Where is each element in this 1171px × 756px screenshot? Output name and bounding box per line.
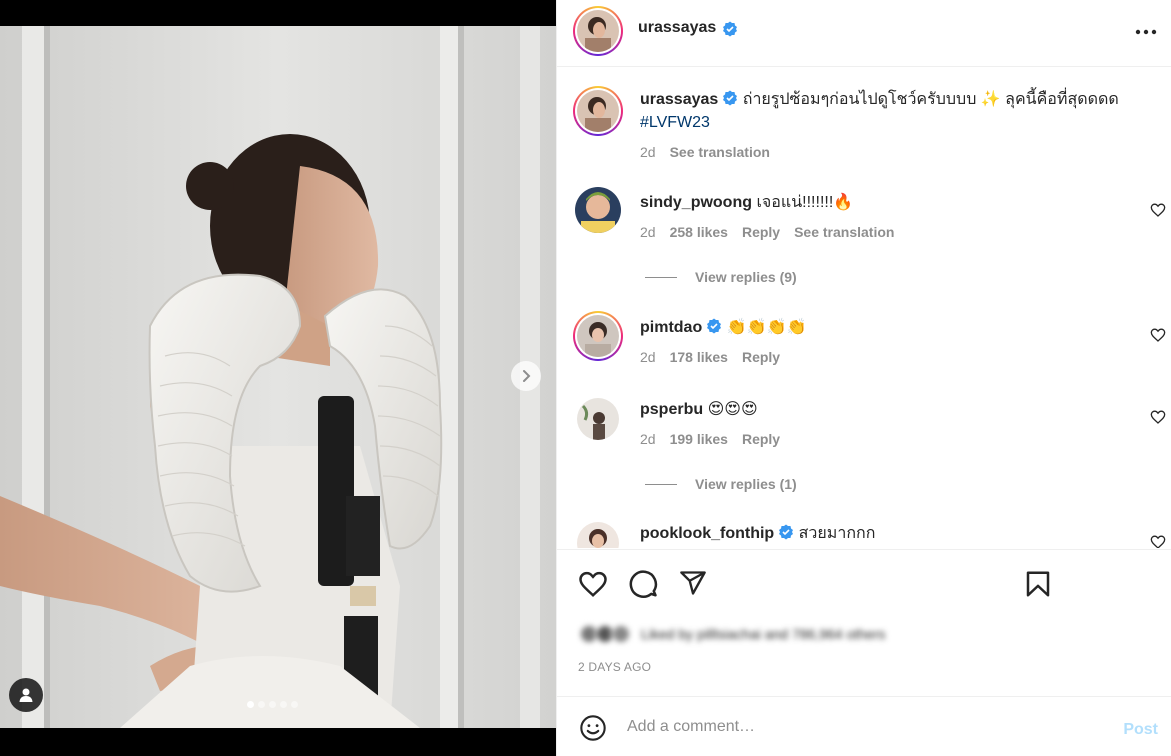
post-header: urassayas [557, 0, 1171, 67]
verified-badge-icon [707, 318, 722, 334]
comment-like-heart-icon[interactable] [1150, 202, 1166, 218]
comment-reply-button[interactable]: Reply [742, 431, 780, 447]
comment-like-heart-icon[interactable] [1150, 534, 1166, 548]
carousel-dot [280, 701, 287, 708]
replies-divider [645, 276, 677, 278]
post-timestamp[interactable]: 2 DAYS AGO [578, 660, 651, 674]
comment-like-heart-icon[interactable] [1150, 409, 1166, 425]
comment-reply-button[interactable]: Reply [742, 224, 780, 240]
comment-reply-button[interactable]: Reply [742, 349, 780, 365]
comment-meta: 2d 258 likes Reply See translation [640, 224, 894, 240]
comment-time[interactable]: 2d [640, 431, 656, 447]
caption-username[interactable]: urassayas [640, 91, 718, 108]
comment-line: sindy_pwoong เจอแน่!!!!!!!🔥 [640, 192, 853, 214]
author-avatar[interactable] [573, 6, 623, 56]
comment-text: 👏👏👏👏 [726, 319, 807, 336]
instagram-post-viewer: urassayas urassayas ถ่ายรูปซ้อมๆก่อนไปดู… [0, 0, 1171, 756]
post-actions: Liked by pilllsiachai and 786,964 others… [557, 549, 1171, 696]
comment-bubble-icon[interactable] [628, 569, 658, 599]
comment-username[interactable]: pimtdao [640, 319, 702, 336]
carousel-dot [258, 701, 265, 708]
comment-username[interactable]: sindy_pwoong [640, 194, 752, 211]
commenter-avatar[interactable] [575, 187, 621, 233]
comment-time[interactable]: 2d [640, 349, 656, 365]
verified-badge-icon [723, 21, 737, 37]
comment-input[interactable] [627, 713, 1107, 741]
commenter-avatar[interactable] [577, 522, 619, 548]
carousel-indicator [247, 701, 298, 708]
emoji-icon[interactable] [579, 714, 607, 742]
comments-list[interactable]: urassayas ถ่ายรูปซ้อมๆก่อนไปดูโชว์ครับบบ… [557, 68, 1171, 548]
comment-see-translation[interactable]: See translation [794, 224, 894, 240]
replies-divider [645, 483, 677, 485]
verified-badge-icon [723, 90, 738, 106]
comment-like-heart-icon[interactable] [1150, 327, 1166, 343]
comment-likes[interactable]: 178 likes [670, 349, 728, 365]
person-icon [19, 688, 33, 702]
comment-likes[interactable]: 258 likes [670, 224, 728, 240]
media-pane [0, 0, 556, 756]
add-comment-bar: Post [557, 696, 1171, 756]
carousel-dot [291, 701, 298, 708]
caption-hashtag[interactable]: #LVFW23 [640, 112, 710, 134]
author-username[interactable]: urassayas [638, 19, 716, 37]
liked-by-text[interactable]: Liked by pilllsiachai and 786,964 others [641, 626, 885, 642]
caption-avatar[interactable] [573, 86, 623, 136]
view-replies-button[interactable]: View replies (9) [645, 269, 797, 285]
verified-badge-icon [779, 524, 794, 540]
comment-likes[interactable]: 199 likes [670, 431, 728, 447]
view-replies-button[interactable]: View replies (1) [645, 476, 797, 492]
post-photo[interactable] [0, 26, 556, 728]
chevron-right-icon [523, 370, 531, 382]
post-comment-button[interactable]: Post [1123, 721, 1158, 739]
comment-text: เจอแน่!!!!!!!🔥 [756, 194, 854, 211]
comment-line: pooklook_fonthip สวยมากกก [640, 523, 875, 545]
view-replies-label[interactable]: View replies (1) [695, 476, 797, 492]
carousel-next-button[interactable] [511, 361, 541, 391]
more-options-button[interactable] [1134, 20, 1158, 44]
carousel-dot-active [247, 701, 254, 708]
comment-line: psperbu 😍😍😍 [640, 399, 758, 421]
save-bookmark-icon[interactable] [1023, 569, 1053, 599]
liker-avatar [611, 624, 631, 644]
comment-username[interactable]: pooklook_fonthip [640, 525, 774, 542]
more-horizontal-icon [1135, 29, 1157, 35]
comment-text: สวยมากกก [798, 525, 876, 542]
caption-see-translation[interactable]: See translation [670, 144, 770, 160]
comment-text: 😍😍😍 [707, 401, 758, 418]
view-replies-label[interactable]: View replies (9) [695, 269, 797, 285]
comment-username[interactable]: psperbu [640, 401, 703, 418]
caption-line: urassayas ถ่ายรูปซ้อมๆก่อนไปดูโชว์ครับบบ… [640, 89, 1119, 111]
commenter-avatar[interactable] [577, 398, 619, 440]
tagged-users-button[interactable] [9, 678, 43, 712]
comment-line: pimtdao 👏👏👏👏 [640, 317, 806, 339]
comment-meta: 2d 199 likes Reply [640, 431, 780, 447]
carousel-dot [269, 701, 276, 708]
share-send-icon[interactable] [679, 569, 707, 597]
comment-time[interactable]: 2d [640, 224, 656, 240]
caption-time[interactable]: 2d [640, 144, 656, 160]
commenter-avatar[interactable] [573, 311, 623, 361]
comment-meta: 2d 178 likes Reply [640, 349, 780, 365]
liked-by-summary[interactable]: Liked by pilllsiachai and 786,964 others [579, 624, 885, 644]
post-side-panel: urassayas urassayas ถ่ายรูปซ้อมๆก่อนไปดู… [556, 0, 1171, 756]
caption-meta: 2d See translation [640, 144, 770, 160]
caption-text: ถ่ายรูปซ้อมๆก่อนไปดูโชว์ครับบบบ ✨ ลุคนี้… [742, 91, 1119, 108]
like-heart-icon[interactable] [578, 569, 608, 599]
